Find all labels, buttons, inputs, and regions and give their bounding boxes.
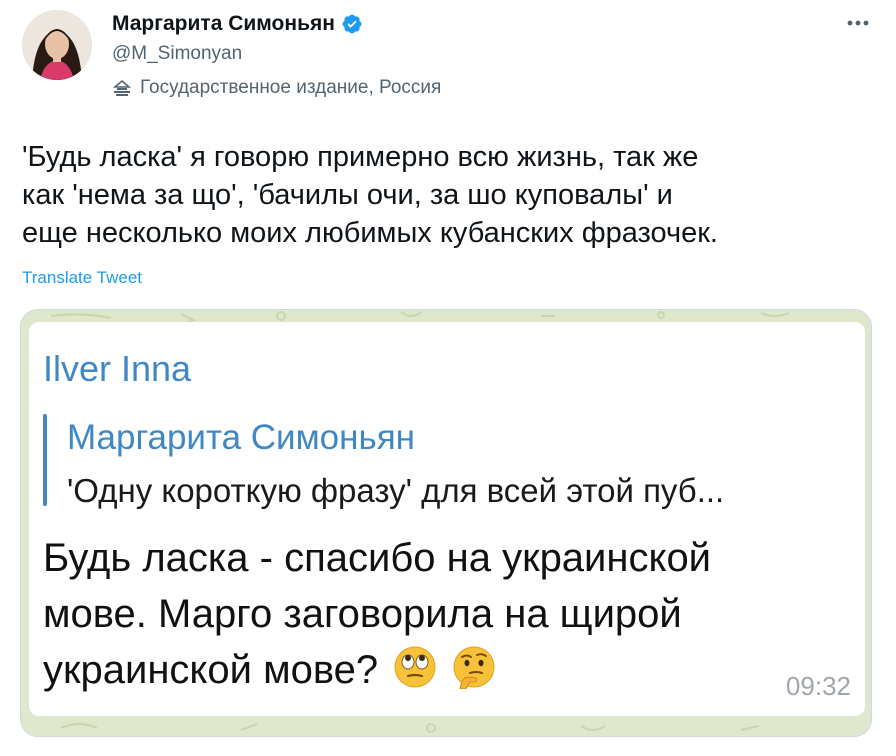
author-name-text[interactable]: Маргарита Симоньян (112, 12, 335, 36)
message-line-text: украинской мове? (43, 648, 379, 692)
tweet-text-line: как 'нема за що', 'бачилы очи, за шо куп… (22, 179, 673, 211)
tweet-text-line: 'Будь ласка' я говорю примерно всю жизнь… (22, 141, 699, 173)
thinking-face-emoji-icon (453, 646, 495, 689)
verified-badge-icon (342, 14, 362, 34)
tweet-text-line: еще несколько моих любимых кубанских фра… (22, 217, 718, 249)
telegram-message-bubble: Ilver Inna Маргарита Симоньян 'Одну коро… (29, 322, 865, 716)
message-time: 09:32 (785, 671, 851, 701)
government-label-icon (112, 79, 132, 96)
tweet-text: 'Будь ласка' я говорю примерно всю жизнь… (22, 138, 882, 252)
message-line-last: украинской мове? (43, 642, 863, 698)
state-media-label-text: Государственное издание, Россия (140, 77, 442, 98)
message-line: Будь ласка - спасибо на украинской (43, 536, 712, 580)
message-line: мове. Марго заговорила на щирой (43, 592, 682, 636)
rolling-eyes-emoji-icon (394, 646, 436, 688)
avatar-image (22, 10, 92, 80)
more-button[interactable] (838, 8, 878, 38)
more-icon (847, 20, 869, 26)
tweet-media[interactable]: Ilver Inna Маргарита Симоньян 'Одну коро… (20, 309, 872, 737)
translate-tweet-link[interactable]: Translate Tweet (22, 268, 142, 288)
author-name[interactable]: Маргарита Симоньян (112, 12, 363, 36)
message-body: Будь ласка - спасибо на украинской мове.… (43, 530, 863, 698)
avatar[interactable] (22, 10, 92, 80)
reply-text: 'Одну короткую фразу' для всей этой пуб.… (67, 472, 725, 509)
author-handle[interactable]: @M_Simonyan (112, 43, 242, 65)
state-media-label[interactable]: Государственное издание, Россия (112, 77, 441, 99)
reply-author: Маргарита Симоньян (67, 418, 415, 457)
message-sender: Ilver Inna (43, 348, 192, 389)
reply-quote-bar (43, 414, 47, 506)
